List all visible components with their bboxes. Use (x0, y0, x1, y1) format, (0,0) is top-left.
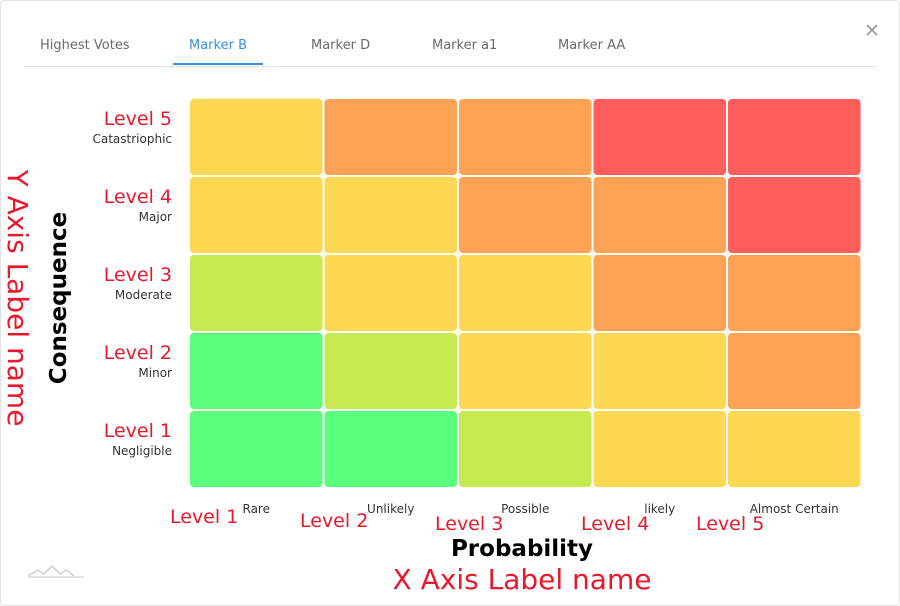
matrix-cell (459, 333, 592, 409)
matrix-cell (324, 333, 457, 409)
matrix-cell (190, 99, 323, 175)
y-level-label: Level 3 (104, 264, 172, 286)
x-axis-title: Probability (451, 536, 593, 562)
x-axis-note: X Axis Label name (393, 563, 652, 596)
matrix-cell (190, 411, 323, 487)
matrix-cell (190, 177, 323, 253)
y-axis-note: Y Axis Label name (1, 169, 34, 427)
matrix-cell (324, 99, 457, 175)
y-tick-label: Major (139, 210, 172, 224)
matrix-cell (190, 255, 323, 331)
y-tick-label: Negligible (112, 444, 172, 458)
y-tick-label: Minor (138, 366, 172, 380)
matrix-cell (593, 333, 726, 409)
matrix-cell (728, 177, 861, 253)
matrix-cell (593, 411, 726, 487)
risk-matrix-chart: Level 5 Catastriophic Level 4 Major Level 3 M… (1, 99, 861, 596)
matrix-cell (593, 177, 726, 253)
matrix-cell (459, 411, 592, 487)
y-level-label: Level 2 (104, 342, 172, 364)
y-level-label: Level 4 (104, 186, 172, 208)
x-level-label: Level 4 (581, 513, 649, 535)
x-level-label: Level 1 (170, 506, 238, 528)
y-tick-label: Catastriophic (92, 132, 172, 146)
x-tick-label: Possible (501, 502, 549, 516)
matrix-cell (324, 411, 457, 487)
matrix-cell (459, 99, 592, 175)
matrix-cell (324, 177, 457, 253)
matrix-cell (459, 255, 592, 331)
matrix-cell (728, 99, 861, 175)
matrix-cell (728, 411, 861, 487)
x-tick-label: Unlikely (367, 502, 414, 516)
mountain-logo-icon (27, 562, 86, 584)
matrix-cell (593, 99, 726, 175)
matrix-cell (728, 333, 861, 409)
y-level-label: Level 1 (104, 420, 172, 442)
matrix-cell (324, 255, 457, 331)
matrix-cell (190, 333, 323, 409)
y-tick-label: Moderate (115, 288, 172, 302)
y-level-label: Level 5 (104, 108, 172, 130)
x-level-label: Level 2 (300, 510, 368, 532)
y-axis-title: Consequence (46, 212, 72, 384)
x-tick-label: Rare (243, 502, 270, 516)
x-level-label: Level 3 (435, 513, 503, 535)
matrix-cell (728, 255, 861, 331)
x-level-label: Level 5 (696, 513, 764, 535)
matrix-cell (593, 255, 726, 331)
matrix-cell (459, 177, 592, 253)
